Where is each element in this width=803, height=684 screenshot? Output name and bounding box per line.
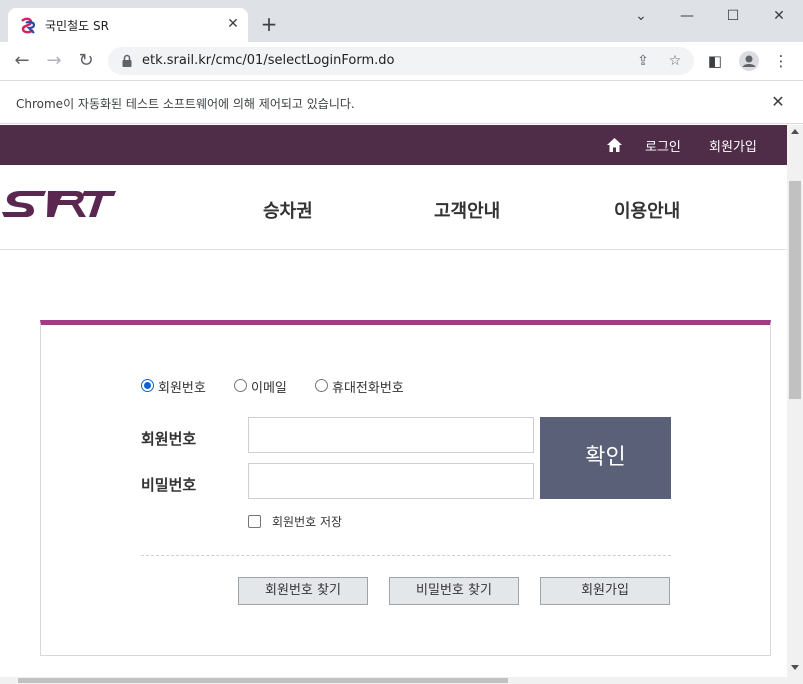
side-panel-icon[interactable]: ◧ <box>704 50 726 72</box>
scrollbar-thumb[interactable] <box>789 181 801 399</box>
forward-arrow-icon[interactable]: → <box>42 50 66 72</box>
login-link[interactable]: 로그인 <box>645 136 681 155</box>
home-icon[interactable] <box>606 137 623 153</box>
radio-member-no[interactable] <box>141 379 154 392</box>
browser-tab[interactable]: 국민철도 SR ✕ <box>8 8 248 42</box>
horizontal-scrollbar[interactable] <box>0 677 803 684</box>
new-tab-icon[interactable]: + <box>258 13 280 35</box>
radio-email[interactable] <box>234 379 247 392</box>
nav-customer-guide[interactable]: 고객안내 <box>434 197 500 223</box>
close-window-icon[interactable]: ✕ <box>764 5 794 27</box>
menu-icon[interactable]: ⋮ <box>770 50 792 72</box>
signup-link[interactable]: 회원가입 <box>709 136 757 155</box>
address-bar[interactable]: etk.srail.kr/cmc/01/selectLoginForm.do ⇪… <box>108 47 694 75</box>
back-arrow-icon[interactable]: ← <box>10 50 34 72</box>
member-no-input[interactable] <box>248 417 534 453</box>
maximize-icon[interactable]: ☐ <box>718 5 748 27</box>
lock-icon <box>122 54 132 67</box>
join-button[interactable]: 회원가입 <box>540 577 670 605</box>
confirm-button[interactable]: 확인 <box>540 417 671 499</box>
password-label: 비밀번호 <box>141 476 197 494</box>
nav-usage-guide[interactable]: 이용안내 <box>614 197 680 223</box>
site-topbar: 로그인 회원가입 <box>0 125 787 165</box>
login-panel: 회원번호 이메일 휴대전화번호 회원번호 비밀번호 확인 회원번호 저장 회원번… <box>40 320 771 656</box>
site-header: 승차권 고객안내 이용안내 <box>0 165 787 250</box>
automation-infobar: Chrome이 자동화된 테스트 소프트웨어에 의해 제어되고 있습니다. ✕ <box>0 80 803 124</box>
sr-favicon-icon <box>21 17 36 34</box>
member-no-label: 회원번호 <box>141 430 197 448</box>
minimize-icon[interactable]: — <box>672 5 702 27</box>
radio-email-label[interactable]: 이메일 <box>251 377 287 396</box>
save-member-no-checkbox[interactable] <box>248 515 261 528</box>
scrollbar-thumb-horizontal[interactable] <box>18 678 508 683</box>
radio-phone-label[interactable]: 휴대전화번호 <box>332 377 404 396</box>
infobar-text: Chrome이 자동화된 테스트 소프트웨어에 의해 제어되고 있습니다. <box>16 97 355 111</box>
tab-search-icon[interactable]: ⌄ <box>626 5 656 27</box>
browser-tabstrip: 국민철도 SR ✕ + ⌄ — ☐ ✕ <box>0 0 803 42</box>
nav-tickets[interactable]: 승차권 <box>263 197 313 223</box>
find-member-no-button[interactable]: 회원번호 찾기 <box>238 577 368 605</box>
save-member-no-label[interactable]: 회원번호 저장 <box>272 513 342 530</box>
browser-toolbar: ← → ↻ etk.srail.kr/cmc/01/selectLoginFor… <box>0 42 803 80</box>
star-icon[interactable]: ☆ <box>666 52 684 70</box>
password-input[interactable] <box>248 463 534 499</box>
scroll-up-icon[interactable] <box>791 129 799 134</box>
profile-icon[interactable] <box>738 50 760 72</box>
find-password-button[interactable]: 비밀번호 찾기 <box>389 577 519 605</box>
infobar-close-icon[interactable]: ✕ <box>768 92 788 112</box>
tab-title: 국민철도 SR <box>45 19 109 33</box>
radio-member-no-label[interactable]: 회원번호 <box>158 377 206 396</box>
url-text: etk.srail.kr/cmc/01/selectLoginForm.do <box>142 53 395 68</box>
tab-close-icon[interactable]: ✕ <box>224 15 242 33</box>
page-viewport: 로그인 회원가입 승차권 고객안내 이용안내 회원번호 이메일 휴대전화번호 회… <box>0 125 787 677</box>
share-icon[interactable]: ⇪ <box>634 52 652 70</box>
reload-icon[interactable]: ↻ <box>74 50 98 72</box>
scroll-down-icon[interactable] <box>791 665 799 670</box>
radio-phone[interactable] <box>315 379 328 392</box>
srt-logo[interactable] <box>0 187 118 223</box>
divider <box>141 555 671 556</box>
vertical-scrollbar[interactable] <box>787 125 803 677</box>
